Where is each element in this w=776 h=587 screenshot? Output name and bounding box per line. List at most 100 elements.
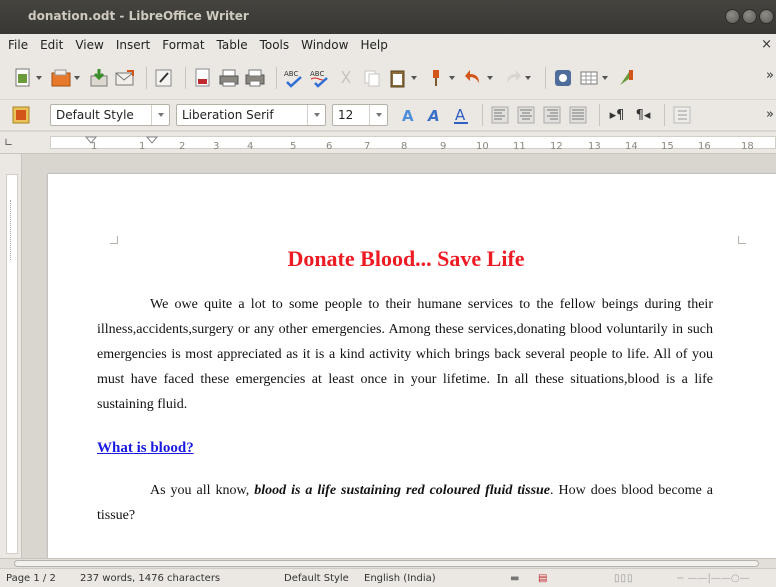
- menu-edit[interactable]: Edit: [36, 38, 71, 52]
- menu-table[interactable]: Table: [213, 38, 256, 52]
- menu-file[interactable]: File: [4, 38, 36, 52]
- close-document-icon[interactable]: ×: [761, 37, 772, 52]
- save-icon[interactable]: [88, 67, 110, 89]
- chevron-down-icon[interactable]: [36, 75, 42, 80]
- ruler-number: 13: [588, 141, 601, 152]
- italic-icon[interactable]: A: [424, 104, 446, 126]
- chevron-down-icon[interactable]: [487, 75, 493, 80]
- cut-icon[interactable]: [335, 67, 357, 89]
- toolbar-separator: [482, 104, 483, 126]
- bold-icon[interactable]: A: [398, 104, 420, 126]
- chevron-down-icon[interactable]: [449, 75, 455, 80]
- svg-text:A: A: [427, 107, 440, 125]
- status-bar: Page 1 / 2 237 words, 1476 characters De…: [0, 568, 776, 587]
- paragraph-2-bold-italic: blood is a life sustaining red coloured …: [254, 483, 551, 498]
- export-pdf-icon[interactable]: [192, 67, 214, 89]
- toolbar-separator: [276, 66, 277, 89]
- navigator-icon[interactable]: [552, 67, 574, 89]
- paste-icon[interactable]: [387, 67, 409, 89]
- menu-format[interactable]: Format: [158, 38, 212, 52]
- clone-formatting-icon[interactable]: [425, 67, 447, 89]
- ruler-number: 6: [326, 141, 333, 152]
- toolbar-separator: [664, 104, 665, 126]
- chevron-down-icon[interactable]: [307, 105, 325, 125]
- first-line-indent-marker[interactable]: [85, 136, 97, 144]
- menu-insert[interactable]: Insert: [112, 38, 158, 52]
- maximize-button[interactable]: [742, 9, 757, 24]
- text-direction-ltr-icon[interactable]: ▸¶: [606, 104, 628, 126]
- chevron-down-icon[interactable]: [411, 75, 417, 80]
- tab-stop-icon[interactable]: ∟: [4, 136, 13, 149]
- send-email-icon[interactable]: [114, 67, 136, 89]
- align-right-icon[interactable]: [541, 104, 563, 126]
- scrollbar-thumb[interactable]: [14, 560, 759, 567]
- ruler-number: 15: [661, 141, 674, 152]
- chevron-down-icon[interactable]: [525, 75, 531, 80]
- menu-window[interactable]: Window: [297, 38, 356, 52]
- document-area[interactable]: Donate Blood... Save Life We owe quite a…: [22, 154, 776, 558]
- page-count[interactable]: Page 1 / 2: [6, 573, 56, 584]
- toolbar-separator: [146, 66, 147, 89]
- chevron-down-icon[interactable]: [369, 105, 387, 125]
- insert-image-icon[interactable]: [616, 67, 638, 89]
- close-window-button[interactable]: [759, 9, 774, 24]
- autospellcheck-icon[interactable]: ABC: [309, 67, 331, 89]
- ruler-number: 8: [401, 141, 408, 152]
- justify-icon[interactable]: [567, 104, 589, 126]
- paragraph-2-start: As you all know,: [150, 483, 255, 498]
- undo-icon[interactable]: [463, 67, 485, 89]
- ruler-number: 16: [698, 141, 711, 152]
- open-folder-icon[interactable]: [50, 67, 72, 89]
- ruler-number: 1: [139, 141, 146, 152]
- toolbar-overflow-icon[interactable]: »: [766, 107, 774, 122]
- spellcheck-icon[interactable]: ABC: [283, 67, 305, 89]
- svg-text:A: A: [402, 107, 414, 125]
- zoom-slider[interactable]: − ——|——○—: [676, 573, 750, 584]
- print-icon[interactable]: [218, 67, 240, 89]
- menu-view[interactable]: View: [71, 38, 111, 52]
- title-bar: donation.odt - LibreOffice Writer: [0, 0, 776, 34]
- redo-icon[interactable]: [501, 67, 523, 89]
- toolbar-separator: [545, 66, 546, 89]
- align-center-icon[interactable]: [515, 104, 537, 126]
- menu-help[interactable]: Help: [356, 38, 395, 52]
- ruler-number: 2: [179, 141, 186, 152]
- chevron-down-icon[interactable]: [602, 75, 608, 80]
- word-count[interactable]: 237 words, 1476 characters: [80, 573, 220, 584]
- ruler-number: 10: [476, 141, 489, 152]
- window-title: donation.odt - LibreOffice Writer: [28, 9, 249, 23]
- copy-icon[interactable]: [361, 67, 383, 89]
- menu-tools[interactable]: Tools: [256, 38, 298, 52]
- paragraph-1: We owe quite a lot to some people to the…: [97, 297, 713, 412]
- horizontal-ruler[interactable]: ∟ 1 1 2 3 4 5 6 7 8 9 10 11 12 13 14 15 …: [0, 132, 776, 154]
- minimize-button[interactable]: [725, 9, 740, 24]
- table-icon[interactable]: [578, 67, 600, 89]
- text-boundary-corner: [110, 236, 118, 244]
- document-modified-icon: ▤: [538, 573, 548, 584]
- chevron-down-icon[interactable]: [151, 105, 169, 125]
- ruler-number: 12: [550, 141, 563, 152]
- hanging-indent-marker[interactable]: [146, 136, 158, 144]
- font-name-select[interactable]: Liberation Serif: [176, 104, 326, 126]
- font-size-value: 12: [338, 108, 354, 122]
- horizontal-scrollbar[interactable]: [0, 558, 776, 568]
- ruler-number: 3: [213, 141, 220, 152]
- standard-toolbar: ABC ABC »: [0, 56, 776, 100]
- styles-formatting-icon[interactable]: [10, 104, 32, 126]
- vertical-ruler[interactable]: [0, 154, 22, 558]
- view-layout-icon[interactable]: ▯▯▯: [614, 573, 634, 584]
- print-preview-icon[interactable]: [244, 67, 266, 89]
- chevron-down-icon[interactable]: [74, 75, 80, 80]
- new-document-icon[interactable]: [12, 67, 34, 89]
- paragraph-style-select[interactable]: Default Style: [50, 104, 170, 126]
- font-size-select[interactable]: 12: [332, 104, 388, 126]
- align-left-icon[interactable]: [489, 104, 511, 126]
- text-direction-rtl-icon[interactable]: ¶◂: [632, 104, 654, 126]
- toolbar-overflow-icon[interactable]: »: [766, 68, 774, 83]
- numbering-icon[interactable]: [671, 104, 693, 126]
- language-status[interactable]: English (India): [364, 573, 436, 584]
- page-style[interactable]: Default Style: [284, 573, 349, 584]
- insert-mode-icon[interactable]: ▬: [510, 573, 519, 584]
- edit-file-icon[interactable]: [153, 67, 175, 89]
- underline-icon[interactable]: A: [450, 104, 472, 126]
